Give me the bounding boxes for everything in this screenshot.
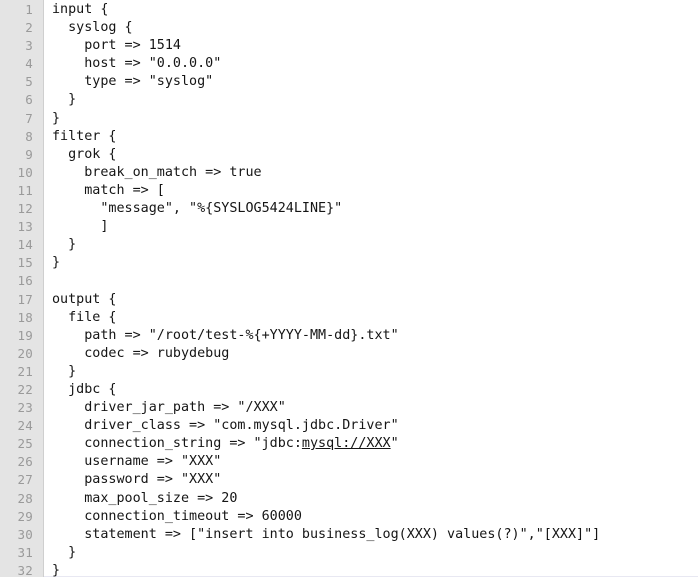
code-line: connection_timeout => 60000 bbox=[52, 508, 302, 524]
code-content-area[interactable]: input { syslog { port => 1514 host => "0… bbox=[44, 0, 698, 577]
code-line: max_pool_size => 20 bbox=[52, 490, 238, 506]
code-text: " bbox=[390, 436, 399, 452]
code-line: } bbox=[52, 255, 61, 271]
code-line: driver_class => "com.mysql.jdbc.Driver" bbox=[52, 418, 399, 434]
code-line: password => "XXX" bbox=[52, 472, 222, 488]
line-number: 18 bbox=[17, 309, 33, 325]
line-number: 26 bbox=[17, 454, 33, 470]
line-number: 25 bbox=[17, 436, 33, 452]
line-number: 10 bbox=[17, 164, 33, 180]
line-number: 27 bbox=[17, 472, 33, 488]
line-number: 16 bbox=[17, 273, 33, 289]
code-line: match => [ bbox=[52, 182, 165, 198]
code-line: } bbox=[52, 363, 77, 379]
code-line: codec => rubydebug bbox=[52, 345, 230, 361]
inline-url-link[interactable]: mysql://XXX bbox=[302, 436, 391, 451]
code-line: port => 1514 bbox=[52, 38, 181, 54]
code-text: connection_string => "jdbc: bbox=[52, 436, 302, 452]
line-number: 5 bbox=[25, 74, 33, 90]
code-line: grok { bbox=[52, 146, 117, 162]
line-number: 29 bbox=[17, 508, 33, 524]
line-number: 15 bbox=[17, 255, 33, 271]
line-number: 17 bbox=[17, 291, 33, 307]
line-number: 9 bbox=[25, 146, 33, 162]
line-number: 7 bbox=[25, 110, 33, 126]
line-number: 2 bbox=[25, 20, 33, 36]
code-line: "message", "%{SYSLOG5424LINE}" bbox=[52, 201, 343, 217]
code-line: input { bbox=[52, 2, 109, 17]
code-line: break_on_match => true bbox=[52, 164, 262, 180]
code-line: } bbox=[52, 237, 77, 253]
line-number: 6 bbox=[25, 92, 33, 108]
code-line: } bbox=[52, 544, 77, 560]
line-number: 28 bbox=[17, 490, 33, 506]
line-number: 22 bbox=[17, 381, 33, 397]
code-line: syslog { bbox=[52, 20, 133, 36]
line-number: 31 bbox=[17, 544, 33, 560]
code-viewer: 1 2 3 4 5 6 7 8 9 10 11 12 13 14 15 16 17 18 19 20 21 22 23 24 2… bbox=[0, 0, 698, 578]
line-number-gutter: 1 2 3 4 5 6 7 8 9 10 11 12 13 14 15 16 17 18 19 20 21 22 23 24 2… bbox=[0, 0, 44, 578]
line-number: 32 bbox=[17, 562, 33, 578]
code-line: file { bbox=[52, 309, 117, 325]
line-number: 24 bbox=[17, 418, 33, 434]
code-line: ] bbox=[52, 219, 109, 235]
code-line: filter { bbox=[52, 128, 117, 144]
code-line: } bbox=[52, 92, 77, 108]
code-line: driver_jar_path => "/XXX" bbox=[52, 400, 286, 416]
code-line: path => "/root/test-%{+YYYY-MM-dd}.txt" bbox=[52, 327, 399, 343]
line-number: 3 bbox=[25, 38, 33, 54]
line-number: 20 bbox=[17, 345, 33, 361]
line-number: 1 bbox=[25, 2, 33, 17]
code-line: statement => ["insert into business_log(… bbox=[52, 526, 601, 542]
line-number: 14 bbox=[17, 237, 33, 253]
code-line: host => "0.0.0.0" bbox=[52, 56, 222, 72]
code-line: connection_string => "jdbc:mysql://XXX" bbox=[52, 435, 698, 453]
code-line: } bbox=[52, 562, 61, 577]
line-number: 21 bbox=[17, 363, 33, 379]
code-line: type => "syslog" bbox=[52, 74, 214, 90]
line-number: 23 bbox=[17, 400, 33, 416]
line-number: 13 bbox=[17, 219, 33, 235]
code-line: } bbox=[52, 110, 61, 126]
line-number: 12 bbox=[17, 201, 33, 217]
code-line: jdbc { bbox=[52, 381, 117, 397]
line-number: 11 bbox=[17, 182, 33, 198]
code-line: username => "XXX" bbox=[52, 454, 222, 470]
line-number: 8 bbox=[25, 128, 33, 144]
line-number: 30 bbox=[17, 526, 33, 542]
line-number: 19 bbox=[17, 327, 33, 343]
line-number: 4 bbox=[25, 56, 33, 72]
code-line: output { bbox=[52, 291, 117, 307]
